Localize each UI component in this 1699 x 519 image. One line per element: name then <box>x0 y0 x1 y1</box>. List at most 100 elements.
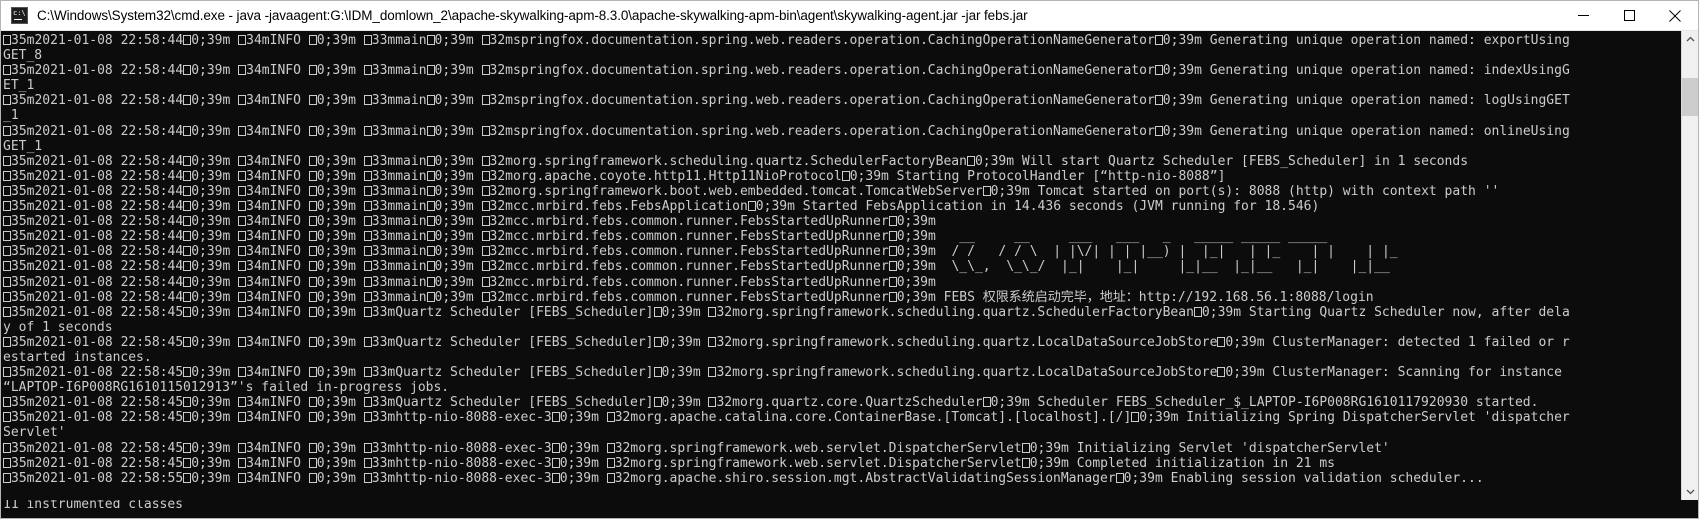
ansi-escape-glyph <box>308 457 317 468</box>
ansi-escape-glyph <box>426 276 435 287</box>
console-line: “LAPTOP-I6P008RG1610115012913”'s failed … <box>3 380 1681 395</box>
ansi-escape-glyph <box>363 231 372 242</box>
ansi-escape-glyph <box>841 170 850 181</box>
console-text: 32mcc.mrbird.febs.common.runner.FebsStar… <box>489 289 889 305</box>
console-text: 0;39m Initializing Spring DispatcherServ… <box>1139 410 1570 426</box>
console-text: 0;39m <box>434 259 482 275</box>
ansi-escape-glyph <box>183 472 192 483</box>
console-text: 0;39m <box>559 410 607 426</box>
console-text: 35m2021-01-08 22:58:55 <box>11 470 184 486</box>
ansi-escape-glyph <box>3 125 11 136</box>
ansi-escape-glyph <box>183 246 192 257</box>
console-text: 32mspringfox.documentation.spring.web.re… <box>489 63 1155 79</box>
ansi-escape-glyph <box>308 397 317 408</box>
console-text: 33mmain <box>371 199 427 215</box>
console-text: 32morg.springframework.scheduling.quartz… <box>716 334 1218 350</box>
minimize-button[interactable] <box>1560 1 1606 30</box>
console-text: 33mmain <box>371 183 427 199</box>
console-text: 33mmain <box>371 168 427 184</box>
console-line: 35m2021-01-08 22:58:44 0;39m 34mINFO 0;39… <box>3 244 1681 259</box>
ansi-escape-glyph <box>426 170 435 181</box>
console-line: 35m2021-01-08 22:58:44 0;39m 34mINFO 0;39… <box>3 214 1681 229</box>
console-output[interactable]: 35m2021-01-08 22:58:44 0;39m 34mINFO 0;39… <box>1 31 1681 500</box>
console-text: 32morg.springframework.scheduling.quartz… <box>489 153 967 169</box>
console-text: 32mspringfox.documentation.spring.web.re… <box>489 33 1155 48</box>
console-text: 0;39m <box>661 365 709 381</box>
console-text: 34mINFO <box>246 440 309 456</box>
console-line: 35m2021-01-08 22:58:44 0;39m 34mINFO 0;39… <box>3 184 1681 199</box>
ansi-escape-glyph <box>363 201 372 212</box>
scroll-up-arrow[interactable] <box>1682 31 1698 48</box>
console-text: 34mINFO <box>246 123 309 139</box>
scroll-thumb[interactable] <box>1682 78 1698 116</box>
ansi-escape-glyph <box>888 246 897 257</box>
ansi-escape-glyph <box>183 336 192 347</box>
console-text: 0;39m <box>434 274 482 290</box>
console-line: 35m2021-01-08 22:58:44 0;39m 34mINFO 0;39… <box>3 169 1681 184</box>
ansi-escape-glyph <box>1154 125 1163 136</box>
console-text: estarted instances. <box>3 349 152 365</box>
ansi-escape-glyph <box>3 216 11 227</box>
console-text: 33mmain <box>371 153 427 169</box>
console-text: 0;39m <box>434 199 482 215</box>
console-text: 35m2021-01-08 22:58:44 <box>11 183 184 199</box>
ansi-escape-glyph <box>888 231 897 242</box>
ansi-escape-glyph <box>183 185 192 196</box>
ansi-escape-glyph <box>426 291 435 302</box>
ansi-escape-glyph <box>653 367 662 378</box>
ansi-escape-glyph <box>238 35 247 45</box>
maximize-button[interactable] <box>1606 1 1652 30</box>
ansi-escape-glyph <box>238 276 247 287</box>
console-text: 32morg.apache.shiro.session.mgt.Abstract… <box>614 470 1116 486</box>
ansi-escape-glyph <box>363 170 372 181</box>
console-text: 33mmain <box>371 289 427 305</box>
console-line: 35m2021-01-08 22:58:44 0;39m 34mINFO 0;39… <box>3 124 1681 139</box>
console-text: 0;39m <box>559 455 607 471</box>
ansi-escape-glyph <box>982 185 991 196</box>
console-line: 35m2021-01-08 22:58:45 0;39m 34mINFO 0;39… <box>3 335 1681 350</box>
ansi-escape-glyph <box>606 412 615 423</box>
console-text: 0;39m Enabling session validation schedu… <box>1123 470 1484 486</box>
console-text: 34mINFO <box>246 395 309 411</box>
ansi-escape-glyph <box>308 291 317 302</box>
console-text: 34mINFO <box>246 334 309 350</box>
console-text: 0;39m FEBS <box>896 289 983 305</box>
console-line: estarted instances. <box>3 350 1681 365</box>
ansi-escape-glyph <box>308 185 317 196</box>
ansi-escape-glyph <box>363 306 372 317</box>
ansi-escape-glyph <box>238 291 247 302</box>
console-text: 34mINFO <box>246 168 309 184</box>
ansi-escape-glyph <box>426 261 435 272</box>
partial-line-text: 11 instrumented classes <box>3 500 184 512</box>
title-bar[interactable]: C:\Windows\System32\cmd.exe - java -java… <box>1 1 1698 31</box>
ansi-escape-glyph <box>308 155 317 166</box>
ansi-escape-glyph <box>238 397 247 408</box>
ansi-escape-glyph <box>426 246 435 257</box>
ansi-escape-glyph <box>481 216 490 227</box>
console-text: 34mINFO <box>246 274 309 290</box>
close-button[interactable] <box>1652 1 1698 30</box>
ansi-escape-glyph <box>3 412 11 423</box>
console-text: 35m2021-01-08 22:58:45 <box>11 365 184 381</box>
ansi-escape-glyph <box>363 125 372 136</box>
ansi-escape-glyph <box>3 95 11 106</box>
console-text: 32mspringfox.documentation.spring.web.re… <box>489 93 1155 109</box>
console-text: 0;39m <box>191 410 239 426</box>
ansi-escape-glyph <box>363 397 372 408</box>
console-text: y of 1 seconds <box>3 319 113 335</box>
console-text: 35m2021-01-08 22:58:44 <box>11 93 184 109</box>
scroll-track[interactable] <box>1682 48 1698 483</box>
console-text: _1 <box>3 108 19 124</box>
vertical-scrollbar[interactable] <box>1681 31 1698 500</box>
scroll-down-arrow[interactable] <box>1682 483 1698 500</box>
ansi-escape-glyph <box>238 472 247 483</box>
console-text: 35m2021-01-08 22:58:44 <box>11 33 184 48</box>
console-text: 0;39m <box>316 123 364 139</box>
ansi-escape-glyph <box>308 276 317 287</box>
console-text: 0;39m <box>896 214 936 230</box>
console-line: 35m2021-01-08 22:58:44 0;39m 34mINFO 0;39… <box>3 229 1681 244</box>
ansi-escape-glyph <box>238 95 247 106</box>
console-text: 35m2021-01-08 22:58:44 <box>11 199 184 215</box>
ansi-escape-glyph <box>426 125 435 136</box>
console-text: 0;39m <box>316 244 364 260</box>
